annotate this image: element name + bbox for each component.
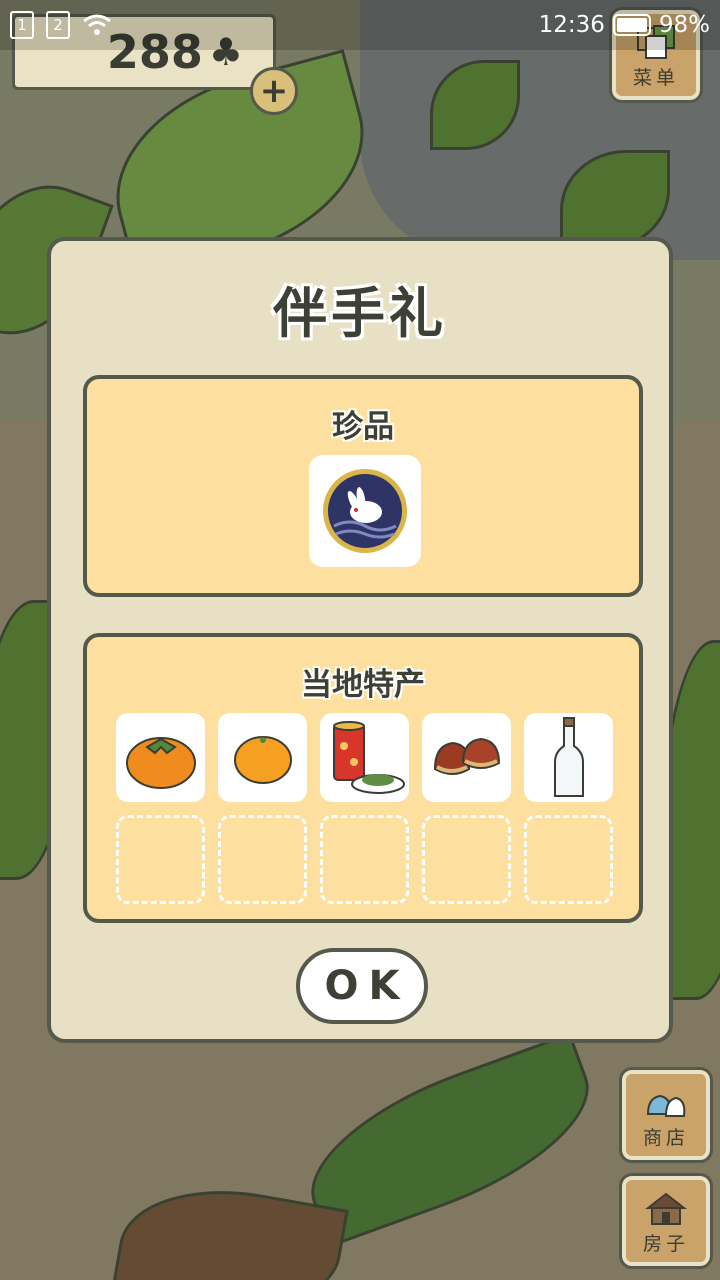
persimmon-icon <box>125 736 196 789</box>
clock: 12:36 <box>538 12 605 38</box>
specialty-slot[interactable] <box>422 713 511 802</box>
menu-label: 菜单 <box>632 67 679 89</box>
tea-can-and-plate-icon <box>332 720 405 794</box>
battery-percent: 98% <box>658 12 710 38</box>
specialty-slot[interactable] <box>524 713 613 802</box>
local-specialties-section: 当地特产 <box>83 633 643 923</box>
dialog-title: 伴手礼 <box>273 282 447 345</box>
empty-slot <box>422 815 511 904</box>
house-label: 房子 <box>642 1233 689 1255</box>
sim1-icon: 1 <box>10 11 34 39</box>
specialty-slot[interactable] <box>218 713 307 802</box>
sim2-icon: 2 <box>46 11 70 39</box>
rare-items-section: 珍品 <box>83 375 643 597</box>
empty-slot <box>524 815 613 904</box>
specialty-row-empty <box>116 815 614 904</box>
specialty-slot[interactable] <box>320 713 409 802</box>
glass-bottle-icon <box>553 716 584 797</box>
local-section-title: 当地特产 <box>301 667 425 703</box>
shop-label: 商店 <box>642 1127 689 1149</box>
add-clover-button[interactable]: + <box>250 67 298 115</box>
battery-icon <box>612 14 651 36</box>
specialty-slot[interactable] <box>116 713 205 802</box>
souvenir-dialog: 伴手礼 珍品 当地特产 OK <box>47 237 673 1043</box>
rare-section-title: 珍品 <box>332 409 394 445</box>
shop-button[interactable]: 商店 <box>619 1067 713 1163</box>
orange-icon <box>233 735 292 784</box>
shop-bags-icon <box>646 1094 686 1117</box>
rare-item-slot[interactable] <box>309 455 421 567</box>
house-button[interactable]: 房子 <box>619 1173 713 1269</box>
status-bar: 1 2 12:36 98% <box>0 0 720 50</box>
plus-icon: + <box>259 71 289 111</box>
empty-slot <box>320 815 409 904</box>
specialty-row-filled <box>116 713 614 802</box>
rabbit-plate-icon <box>323 469 407 553</box>
house-icon <box>645 1192 687 1225</box>
chestnuts-icon <box>433 737 500 775</box>
specialty-grid <box>116 713 614 917</box>
empty-slot <box>116 815 205 904</box>
empty-slot <box>218 815 307 904</box>
ok-button[interactable]: OK <box>296 948 428 1024</box>
wifi-icon <box>83 14 111 35</box>
